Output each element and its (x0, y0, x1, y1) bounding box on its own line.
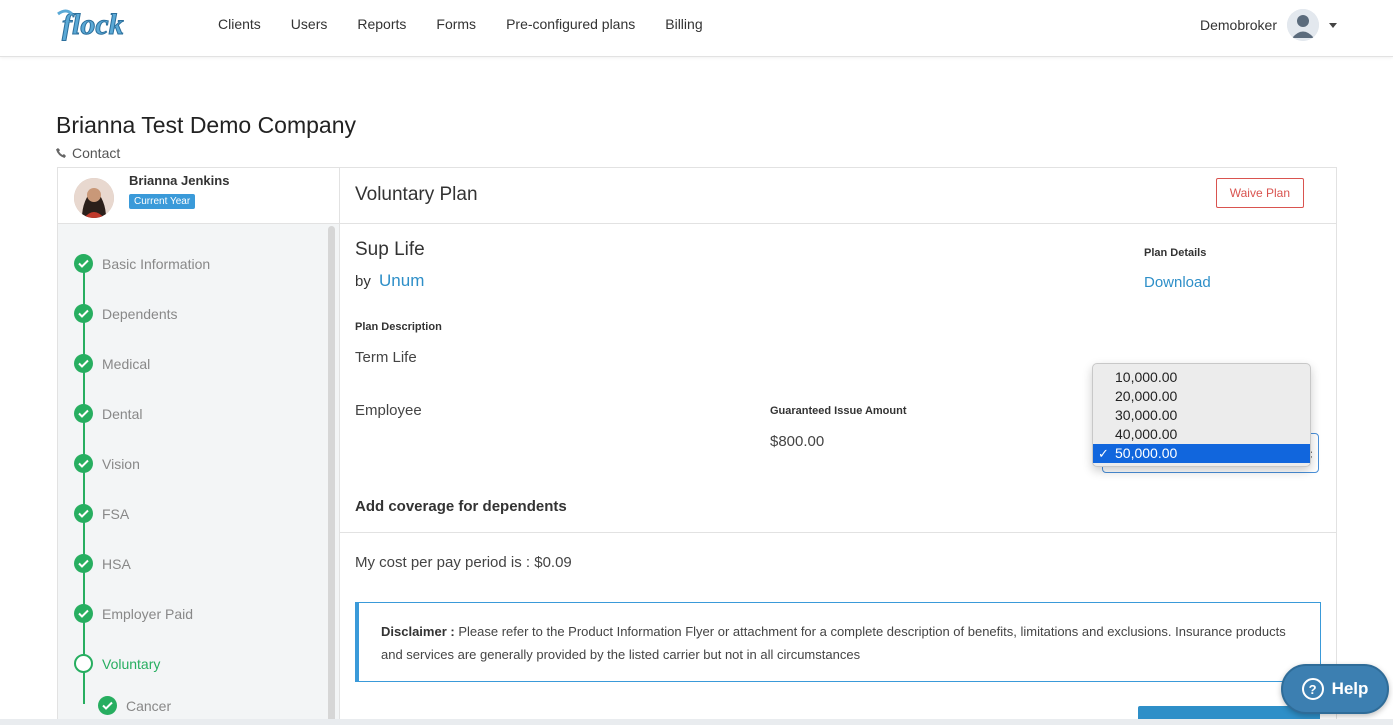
sidebar-item-dependents[interactable]: Dependents (74, 304, 178, 323)
check-icon (74, 404, 93, 423)
sidebar-item-voluntary[interactable]: Voluntary (74, 654, 160, 673)
user-menu[interactable]: Demobroker (1200, 9, 1337, 41)
employee-avatar (74, 178, 114, 218)
enrollment-card: Brianna Jenkins Current Year Basic Infor… (57, 167, 1337, 725)
check-icon (74, 504, 93, 523)
contact-label: Contact (72, 145, 121, 161)
bottom-strip (0, 719, 1393, 725)
plan-carrier: by Unum (355, 271, 424, 291)
check-icon (74, 604, 93, 623)
flock-logo[interactable]: flock (56, 4, 140, 46)
question-icon: ? (1301, 678, 1324, 700)
coverage-option[interactable]: 20,000.00 (1093, 387, 1310, 406)
sidebar-item-basic-information[interactable]: Basic Information (74, 254, 210, 273)
nav-users[interactable]: Users (291, 16, 328, 32)
check-icon (98, 696, 117, 715)
sidebar-item-employer-paid[interactable]: Employer Paid (74, 604, 193, 623)
guaranteed-issue-label: Guaranteed Issue Amount (770, 405, 907, 417)
nav-clients[interactable]: Clients (218, 16, 261, 32)
nav-preconfigured-plans[interactable]: Pre-configured plans (506, 16, 635, 32)
sidebar-item-label: Vision (102, 455, 140, 472)
steps-sidebar: Basic Information Dependents Medical Den… (58, 224, 340, 725)
download-link[interactable]: Download (1144, 274, 1211, 291)
top-navbar: flock Clients Users Reports Forms Pre-co… (0, 0, 1393, 57)
nav-forms[interactable]: Forms (436, 16, 476, 32)
contact-link[interactable]: Contact (56, 145, 120, 161)
sidebar-item-fsa[interactable]: FSA (74, 504, 129, 523)
disclaimer-label: Disclaimer : (381, 624, 455, 639)
employee-label: Employee (355, 402, 422, 419)
disclaimer-box: Disclaimer : Please refer to the Product… (355, 602, 1321, 682)
check-icon (74, 454, 93, 473)
carrier-link[interactable]: Unum (379, 271, 424, 290)
help-label: Help (1331, 679, 1369, 698)
employee-header: Brianna Jenkins Current Year (58, 168, 340, 224)
sidebar-item-label: Employer Paid (102, 605, 194, 622)
circle-icon (74, 654, 93, 673)
divider (340, 532, 1336, 533)
sidebar-item-dental[interactable]: Dental (74, 404, 142, 423)
check-icon (74, 304, 93, 323)
sidebar-item-label: Cancer (126, 697, 172, 714)
coverage-selected-label: 50,000.00 (1115, 445, 1178, 461)
section-title: Voluntary Plan (355, 184, 478, 205)
chevron-down-icon[interactable] (1329, 22, 1337, 28)
cost-per-pay-period: My cost per pay period is : $0.09 (355, 554, 572, 571)
add-coverage-heading: Add coverage for dependents (355, 498, 567, 515)
page-title: Brianna Test Demo Company (56, 112, 356, 138)
coverage-option-selected[interactable]: ✓ 50,000.00 (1093, 444, 1310, 463)
plan-description: Term Life (355, 349, 417, 366)
sidebar-item-label: Dental (102, 405, 143, 422)
plan-name: Sup Life (355, 239, 425, 260)
sidebar-item-label: Basic Information (102, 255, 211, 272)
help-button[interactable]: ? Help (1281, 664, 1389, 714)
sidebar-item-label: Medical (102, 355, 151, 372)
check-icon (74, 354, 93, 373)
main-nav: Clients Users Reports Forms Pre-configur… (218, 16, 733, 32)
nav-reports[interactable]: Reports (357, 16, 406, 32)
phone-icon (56, 148, 66, 158)
checkmark-icon: ✓ (1098, 446, 1109, 461)
content-header: Voluntary Plan Waive Plan (340, 168, 1336, 224)
sidebar-item-hsa[interactable]: HSA (74, 554, 131, 573)
disclaimer-text: Please refer to the Product Information … (381, 624, 1286, 662)
coverage-option[interactable]: 30,000.00 (1093, 406, 1310, 425)
guaranteed-issue-value: $800.00 (770, 433, 825, 450)
plan-details-label: Plan Details (1144, 247, 1207, 259)
user-avatar (1287, 9, 1319, 41)
nav-billing[interactable]: Billing (665, 16, 702, 32)
user-name: Demobroker (1199, 17, 1277, 33)
coverage-option[interactable]: 40,000.00 (1093, 425, 1310, 444)
check-icon (74, 254, 93, 273)
sidebar-scrollbar[interactable] (328, 226, 335, 725)
sidebar-item-medical[interactable]: Medical (74, 354, 150, 373)
employee-name: Brianna Jenkins (129, 173, 230, 188)
steps-connector-line (83, 264, 85, 704)
status-badge: Current Year (129, 194, 196, 209)
sidebar-item-cancer[interactable]: Cancer (98, 696, 171, 715)
plan-description-label: Plan Description (355, 321, 442, 333)
sidebar-item-label: FSA (102, 505, 130, 522)
sidebar-item-label: Voluntary (102, 655, 161, 672)
coverage-dropdown-menu: 10,000.00 20,000.00 30,000.00 40,000.00 … (1092, 363, 1311, 467)
waive-plan-button[interactable]: Waive Plan (1215, 178, 1304, 208)
sidebar-item-label: HSA (102, 555, 131, 572)
sidebar-item-label: Dependents (102, 305, 178, 322)
sidebar-item-vision[interactable]: Vision (74, 454, 140, 473)
check-icon (74, 554, 93, 573)
coverage-option[interactable]: 10,000.00 (1093, 368, 1310, 387)
by-label: by (355, 273, 371, 290)
